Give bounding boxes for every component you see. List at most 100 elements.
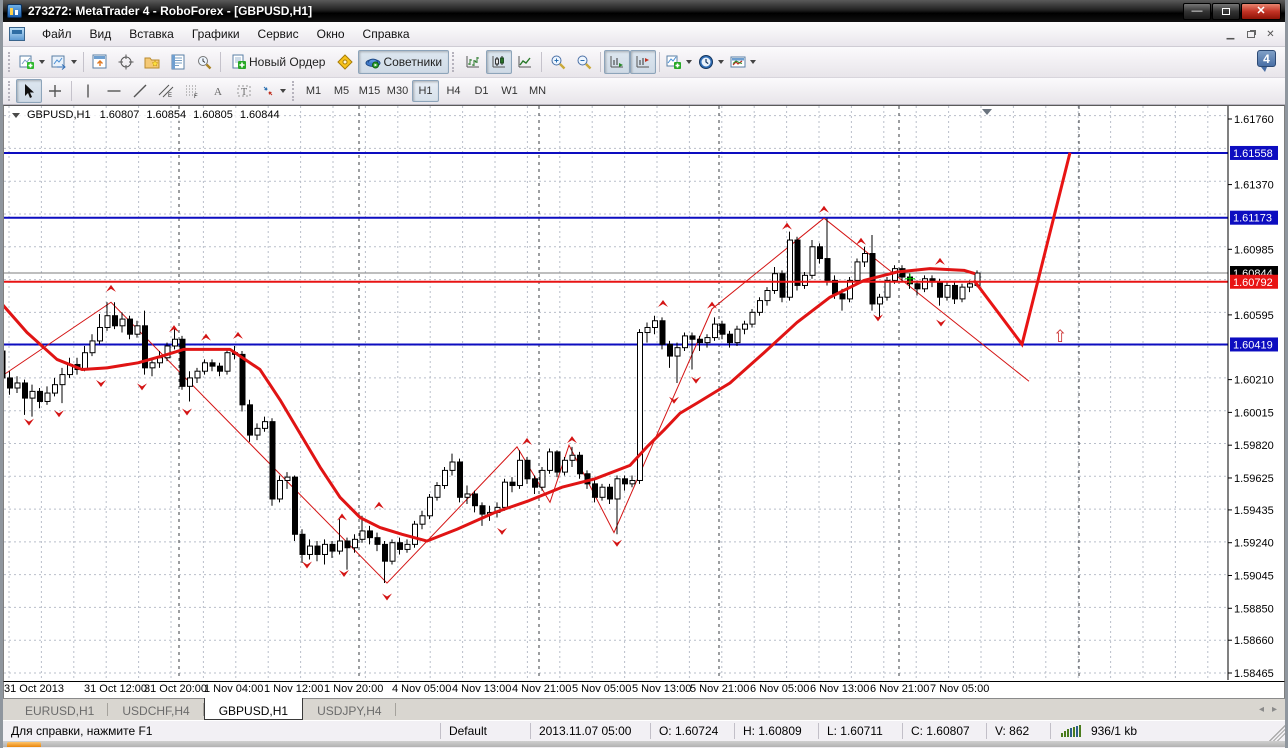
close-button[interactable]: ✕ <box>1241 2 1281 20</box>
candlestick-icon <box>492 56 506 68</box>
horizontal-line-button[interactable] <box>101 79 127 103</box>
svg-text:T: T <box>241 87 247 98</box>
new-order-button[interactable]: Новый Ордер <box>224 50 332 74</box>
auto-scroll-button[interactable] <box>604 50 631 74</box>
tab-scroll-right-icon[interactable]: ▸ <box>1272 704 1277 715</box>
profiles-button[interactable] <box>48 50 80 74</box>
bull-candle <box>809 246 816 276</box>
price-axis-label: 1.61370 <box>1234 180 1274 192</box>
price-axis-label: 1.59625 <box>1234 473 1274 485</box>
menu-вставка[interactable]: Вставка <box>120 24 183 44</box>
templates-icon <box>730 56 746 68</box>
fractal-down-icon <box>612 539 622 547</box>
price-axis-label: 1.60595 <box>1234 310 1274 322</box>
cursor-button[interactable] <box>16 79 42 103</box>
menu-вид[interactable]: Вид <box>81 24 121 44</box>
crosshair-button[interactable] <box>42 79 68 103</box>
bear-candle <box>112 315 118 327</box>
tab-scroll-left-icon[interactable]: ◂ <box>1259 704 1264 715</box>
trendline-icon <box>133 84 147 98</box>
timeframe-mn-button[interactable]: MN <box>524 80 551 102</box>
terminal-button[interactable] <box>165 50 191 74</box>
tester-magnifier-icon <box>198 56 212 70</box>
chart-shift-button[interactable] <box>630 50 657 74</box>
timeframe-h1-button[interactable]: H1 <box>412 80 439 102</box>
bull-candle <box>149 362 156 369</box>
strategy-tester-button[interactable] <box>191 50 217 74</box>
child-restore-button[interactable] <box>1242 27 1259 42</box>
time-axis[interactable]: 31 Oct 2013 31 Oct 12:00 31 Oct 20:00 1 Nov… <box>3 681 1285 698</box>
timeframe-w1-button[interactable]: W1 <box>496 80 523 102</box>
bear-candle <box>779 273 786 298</box>
time-axis-label: 4 Nov 05:00 <box>392 683 452 695</box>
bar-chart-type-button[interactable] <box>460 50 486 74</box>
chart-tab-eurusd[interactable]: EURUSD,H1 <box>11 699 109 720</box>
timeframe-m5-button[interactable]: M5 <box>328 80 355 102</box>
fractal-down-icon <box>96 379 106 387</box>
vertical-line-button[interactable] <box>75 79 101 103</box>
menu-справка[interactable]: Справка <box>354 24 419 44</box>
zoom-out-button[interactable] <box>571 50 597 74</box>
timeframe-m30-button[interactable]: M30 <box>384 80 411 102</box>
text-button[interactable]: A <box>205 79 231 103</box>
time-axis-label: 5 Nov 21:00 <box>690 683 750 695</box>
templates-button[interactable] <box>727 50 759 74</box>
minimize-button[interactable]: — <box>1183 2 1211 20</box>
bull-candle <box>119 318 126 327</box>
maximize-button[interactable] <box>1212 2 1240 20</box>
arrows-button[interactable] <box>257 79 289 103</box>
menu-сервис[interactable]: Сервис <box>249 24 308 44</box>
status-close: C: 1.60807 <box>901 723 986 739</box>
toolbar-grip[interactable] <box>452 52 457 72</box>
window-resize-grip[interactable] <box>1269 725 1285 741</box>
line-chart-type-button[interactable] <box>512 50 538 74</box>
chart-low-value: 1.60805 <box>193 109 233 121</box>
toolbar-grip[interactable] <box>8 52 13 72</box>
data-window-button[interactable] <box>113 50 139 74</box>
bull-candle <box>14 382 21 389</box>
fractal-up-icon <box>337 513 347 521</box>
market-watch-button[interactable] <box>87 50 113 74</box>
menu-графики[interactable]: Графики <box>183 24 249 44</box>
metaeditor-button[interactable] <box>332 50 358 74</box>
bull-candle <box>922 278 928 290</box>
bear-candle <box>299 533 306 555</box>
chart-tab-usdjpy[interactable]: USDJPY,H4 <box>303 699 396 720</box>
navigator-folder-icon <box>144 57 160 69</box>
status-profile[interactable]: Default <box>439 723 530 739</box>
mql-community-button[interactable]: 4 <box>1257 50 1277 72</box>
price-chart[interactable]: ⇧ 1.61760 1.61370 1.60985 1.60595 1.60210 1.60… <box>4 106 1278 680</box>
menu-файл[interactable]: Файл <box>33 24 81 44</box>
new-chart-button[interactable] <box>16 50 48 74</box>
price-axis-label: 1.58465 <box>1234 668 1274 680</box>
periods-button[interactable] <box>695 50 727 74</box>
time-axis-label: 5 Nov 05:00 <box>572 683 632 695</box>
trendline-button[interactable] <box>127 79 153 103</box>
bull-candle <box>29 390 36 399</box>
timeframe-m1-button[interactable]: M1 <box>300 80 327 102</box>
toolbar-grip[interactable] <box>292 81 297 101</box>
expert-advisors-button[interactable]: Советники <box>358 50 450 74</box>
chart-area[interactable]: GBPUSD,H1 1.60807 1.60854 1.60805 1.6084… <box>3 105 1285 681</box>
bear-candle <box>554 451 561 473</box>
zoom-in-button[interactable] <box>545 50 571 74</box>
timeframe-h4-button[interactable]: H4 <box>440 80 467 102</box>
new-chart-icon <box>19 55 34 69</box>
equidistant-channel-button[interactable]: E <box>153 79 179 103</box>
toolbar-grip[interactable] <box>8 81 13 101</box>
child-minimize-button[interactable]: ▁ <box>1222 27 1239 42</box>
text-label-button[interactable]: T <box>231 79 257 103</box>
navigator-button[interactable] <box>139 50 165 74</box>
timeframe-m15-button[interactable]: M15 <box>356 80 383 102</box>
timeframe-d1-button[interactable]: D1 <box>468 80 495 102</box>
fibonacci-button[interactable]: F <box>179 79 205 103</box>
menu-окно[interactable]: Окно <box>308 24 354 44</box>
bull-candle <box>854 261 861 281</box>
child-close-button[interactable]: ✕ <box>1262 27 1279 42</box>
chart-tab-usdchf[interactable]: USDCHF,H4 <box>108 699 204 720</box>
chart-tab-gbpusd[interactable]: GBPUSD,H1 <box>203 698 304 720</box>
bear-candle <box>457 461 463 498</box>
bull-candle <box>892 268 898 281</box>
indicators-button[interactable] <box>663 50 695 74</box>
candlestick-chart-type-button[interactable] <box>486 50 513 74</box>
